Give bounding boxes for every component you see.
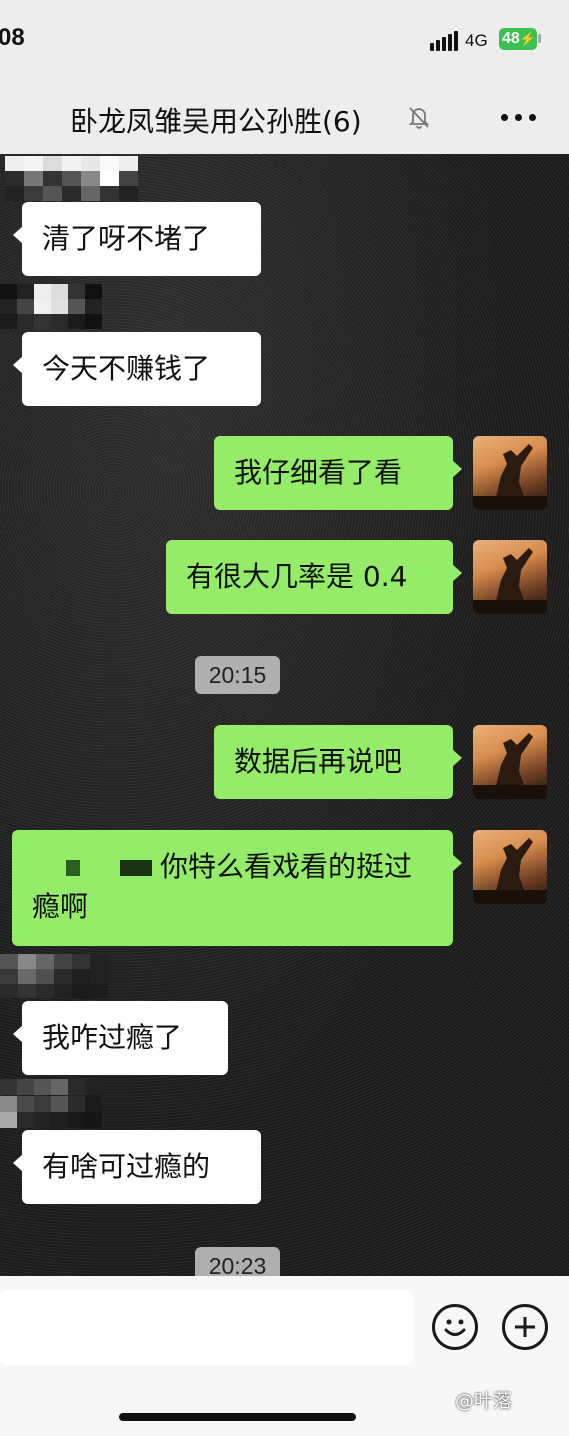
pixelated-avatar [0, 1079, 105, 1129]
message-bubble-right[interactable]: 我仔细看了看 [214, 436, 462, 510]
user-avatar[interactable] [473, 725, 547, 799]
user-avatar[interactable] [473, 540, 547, 614]
watermark: @叶落 [455, 1390, 513, 1412]
redacted-mention [66, 860, 80, 876]
chat-title[interactable]: 卧龙凤雏吴用公孙胜(6) [70, 100, 362, 140]
emoji-icon[interactable] [432, 1304, 478, 1350]
bell-off-icon [408, 107, 430, 129]
redacted-mention [120, 860, 152, 876]
message-bubble-left[interactable]: 我咋过瘾了 [13, 1001, 228, 1075]
message-text: 你特么看戏看的挺过瘾啊 [32, 850, 413, 923]
battery-level: 48 [502, 30, 520, 47]
pixelated-avatar [0, 954, 110, 998]
status-bar: 08 4G 48⚡ [0, 0, 569, 82]
plus-circle-icon[interactable] [502, 1304, 548, 1350]
more-dots-icon[interactable] [499, 106, 539, 130]
message-bubble-left[interactable]: 清了呀不堵了 [13, 202, 261, 276]
message-input[interactable] [0, 1290, 413, 1365]
status-time: 08 [0, 24, 25, 51]
message-bubble-left[interactable]: 今天不赚钱了 [13, 332, 261, 406]
message-bubble-right[interactable]: 有很大几率是 0.4 [166, 540, 462, 614]
battery-icon: 48⚡ [499, 28, 537, 50]
user-avatar[interactable] [473, 830, 547, 904]
message-timestamp: 20:23 [195, 1247, 280, 1276]
message-timestamp: 20:15 [195, 656, 280, 694]
home-indicator[interactable] [119, 1413, 356, 1421]
signal-icon [430, 31, 458, 51]
network-type: 4G [465, 31, 488, 50]
message-bubble-right[interactable]: 数据后再说吧 [214, 725, 462, 799]
chat-header: 卧龙凤雏吴用公孙胜(6) [0, 82, 569, 154]
user-avatar[interactable] [473, 436, 547, 510]
message-bubble-left[interactable]: 有啥可过瘾的 [13, 1130, 261, 1204]
message-bubble-right[interactable]: 你特么看戏看的挺过瘾啊 [12, 830, 462, 946]
chat-area[interactable]: 清了呀不堵了 今天不赚钱了 我仔细看了看 有很大几率是 0.4 20:15 数据… [0, 154, 569, 1276]
pixelated-avatar [0, 284, 105, 329]
pixelated-avatar [5, 156, 138, 201]
